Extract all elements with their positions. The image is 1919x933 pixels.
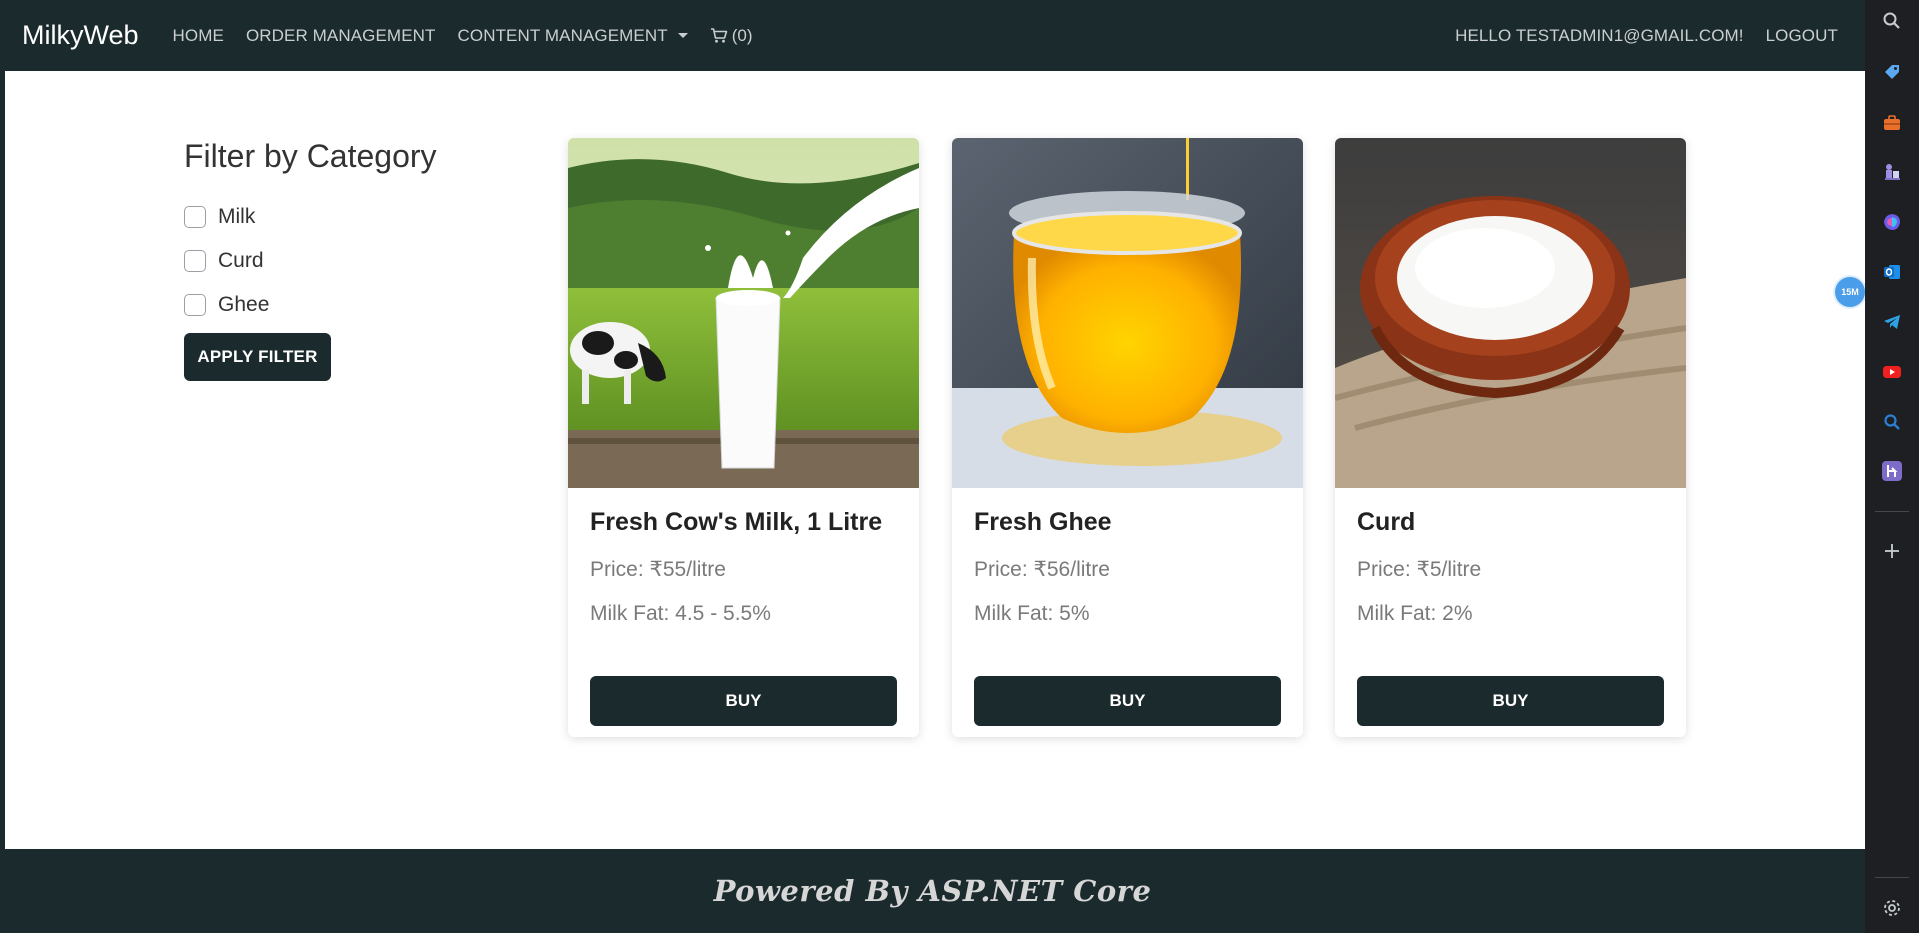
floating-badge[interactable]: 15M <box>1835 277 1865 307</box>
product-card-curd: Curd Price: ₹5/litre Milk Fat: 2% BUY <box>1335 138 1686 737</box>
chess-icon[interactable] <box>1881 161 1903 183</box>
product-image-curd[interactable] <box>1335 138 1686 488</box>
h-app-icon[interactable] <box>1881 460 1903 482</box>
page-footer: Powered By ASP.NET Core <box>0 849 1865 933</box>
settings-icon[interactable] <box>1881 897 1903 919</box>
apply-filter-button[interactable]: APPLY FILTER <box>184 333 331 381</box>
product-name: Fresh Ghee <box>974 508 1112 536</box>
milk-checkbox[interactable] <box>184 206 206 228</box>
plus-icon[interactable] <box>1881 540 1903 562</box>
product-name: Curd <box>1357 508 1416 536</box>
nav-content-management-dropdown[interactable]: CONTENT MANAGEMENT <box>458 26 688 46</box>
product-name: Fresh Cow's Milk, 1 Litre <box>590 508 883 536</box>
search-alt-icon[interactable] <box>1881 411 1903 433</box>
filter-option-curd[interactable]: Curd <box>184 239 437 283</box>
outlook-icon[interactable] <box>1881 261 1903 283</box>
filter-option-label: Ghee <box>218 293 270 316</box>
logout-link[interactable]: LOGOUT <box>1766 26 1838 46</box>
chevron-down-icon <box>677 33 688 38</box>
product-card-ghee: Fresh Ghee Price: ₹56/litre Milk Fat: 5%… <box>952 138 1303 737</box>
cart-count: (0) <box>731 25 753 45</box>
youtube-icon[interactable] <box>1881 361 1903 383</box>
product-price: Price: ₹56/litre <box>974 558 1110 581</box>
cart-icon <box>710 28 728 43</box>
filter-option-label: Curd <box>218 249 264 272</box>
curd-checkbox[interactable] <box>184 250 206 272</box>
ghee-checkbox[interactable] <box>184 294 206 316</box>
nav-content-management-label: CONTENT MANAGEMENT <box>457 25 668 45</box>
product-milk-fat: Milk Fat: 5% <box>974 602 1090 625</box>
filter-option-milk[interactable]: Milk <box>184 195 437 239</box>
telegram-icon[interactable] <box>1881 311 1903 333</box>
tag-icon[interactable] <box>1881 61 1903 83</box>
top-navbar: MilkyWeb HOME ORDER MANAGEMENT CONTENT M… <box>0 0 1865 71</box>
product-image-ghee[interactable] <box>952 138 1303 488</box>
user-greeting-link[interactable]: HELLO TESTADMIN1@GMAIL.COM! <box>1455 26 1744 46</box>
frame-left-edge <box>0 0 5 933</box>
browser-sidebar <box>1865 0 1919 933</box>
product-price: Price: ₹55/litre <box>590 558 726 581</box>
sidebar-divider <box>1875 877 1909 878</box>
footer-powered-by: Powered By ASP.NET Core <box>713 874 1152 908</box>
brand-logo[interactable]: MilkyWeb <box>22 20 139 51</box>
product-price: Price: ₹5/litre <box>1357 558 1482 581</box>
product-card-body: Fresh Ghee Price: ₹56/litre Milk Fat: 5% <box>952 488 1303 666</box>
filter-title: Filter by Category <box>184 138 437 174</box>
product-image-milk[interactable] <box>568 138 919 488</box>
product-card-body: Curd Price: ₹5/litre Milk Fat: 2% <box>1335 488 1686 666</box>
buy-button[interactable]: BUY <box>590 676 897 726</box>
cart-link[interactable]: (0) <box>710 26 753 46</box>
filter-option-label: Milk <box>218 205 256 228</box>
buy-button[interactable]: BUY <box>1357 676 1664 726</box>
filter-option-ghee[interactable]: Ghee <box>184 283 437 327</box>
product-milk-fat: Milk Fat: 4.5 - 5.5% <box>590 602 771 625</box>
search-icon[interactable] <box>1881 10 1903 32</box>
milk-glass-image <box>568 138 919 488</box>
category-filter-panel: Filter by Category Milk Curd Ghee APPLY … <box>184 138 437 381</box>
sidebar-divider <box>1875 511 1909 512</box>
nav-home-link[interactable]: HOME <box>173 26 224 46</box>
ghee-jar-image <box>952 138 1303 488</box>
curd-bowl-image <box>1335 138 1686 488</box>
copilot-icon[interactable] <box>1881 211 1903 233</box>
buy-button[interactable]: BUY <box>974 676 1281 726</box>
nav-order-management-link[interactable]: ORDER MANAGEMENT <box>246 26 436 46</box>
briefcase-icon[interactable] <box>1881 112 1903 134</box>
nav-right-group: HELLO TESTADMIN1@GMAIL.COM! LOGOUT <box>1433 26 1865 46</box>
product-card-body: Fresh Cow's Milk, 1 Litre Price: ₹55/lit… <box>568 488 919 666</box>
product-milk-fat: Milk Fat: 2% <box>1357 602 1473 625</box>
product-card-milk: Fresh Cow's Milk, 1 Litre Price: ₹55/lit… <box>568 138 919 737</box>
